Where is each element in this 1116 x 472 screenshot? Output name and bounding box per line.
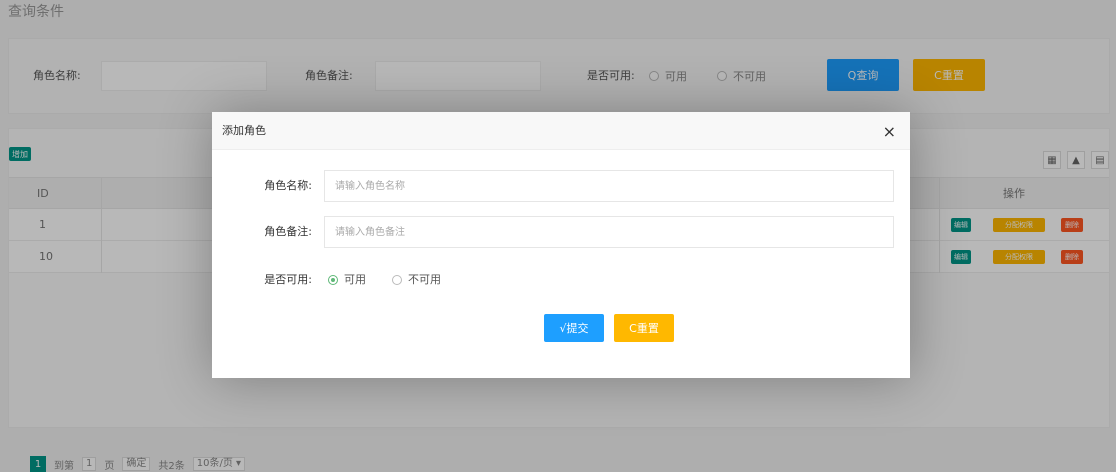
submit-button[interactable]: √提交: [544, 314, 604, 342]
role-remark-label: 角色备注:: [264, 225, 312, 238]
radio-disabled-label: 不可用: [408, 273, 441, 286]
radio-disabled[interactable]: 不可用: [392, 270, 441, 290]
dialog-title: 添加角色: [222, 124, 266, 137]
dialog-header: 添加角色 ×: [212, 112, 910, 150]
enabled-label: 是否可用:: [264, 273, 312, 286]
radio-enabled[interactable]: 可用: [328, 270, 366, 290]
radio-enabled-label: 可用: [344, 273, 366, 286]
dialog-reset-button[interactable]: C重置: [614, 314, 674, 342]
role-remark-input[interactable]: [324, 216, 894, 248]
role-name-label: 角色名称:: [264, 179, 312, 192]
add-role-dialog: 添加角色 × 角色名称: 角色备注: 是否可用: 可用 不可用 √提交 C重置: [212, 112, 910, 378]
radio-circle-icon: [392, 275, 402, 285]
radio-selected-icon: [328, 275, 338, 285]
role-name-input[interactable]: [324, 170, 894, 202]
close-icon[interactable]: ×: [883, 112, 896, 152]
